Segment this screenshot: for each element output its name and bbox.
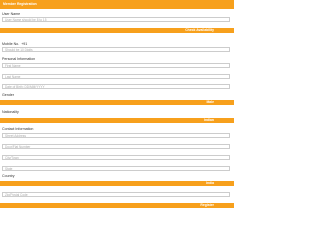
nationality-select[interactable]: Indian — [0, 118, 234, 123]
country-select[interactable]: India — [0, 181, 234, 186]
personal-info-heading: Personal Information — [2, 57, 36, 61]
mobile-prefix: +91 — [21, 42, 28, 46]
country-label: Country — [2, 174, 15, 178]
check-availability-button[interactable]: Check Availability — [0, 28, 234, 33]
page-title: Member Registration — [3, 2, 37, 6]
register-button[interactable]: Register — [0, 203, 234, 208]
zip-code-input[interactable] — [2, 192, 230, 197]
mobile-input[interactable] — [2, 47, 230, 52]
user-name-label: User Name — [2, 12, 21, 16]
first-name-input[interactable] — [2, 63, 230, 68]
page-header: Member Registration — [0, 0, 234, 9]
nationality-label: Nationality — [2, 110, 19, 114]
mobile-label: Mobile No. — [2, 42, 20, 46]
door-number-input[interactable] — [2, 144, 230, 149]
gender-select[interactable]: Male — [0, 100, 234, 105]
city-input[interactable] — [2, 155, 230, 160]
street-address-input[interactable] — [2, 133, 230, 138]
last-name-input[interactable] — [2, 74, 230, 79]
contact-info-heading: Contact Information — [2, 127, 34, 131]
gender-label: Gender — [2, 93, 14, 97]
state-input[interactable] — [2, 166, 230, 171]
date-of-birth-input[interactable] — [2, 84, 230, 89]
mobile-row: Mobile No. +91 — [2, 42, 27, 46]
user-name-input[interactable] — [2, 17, 230, 22]
